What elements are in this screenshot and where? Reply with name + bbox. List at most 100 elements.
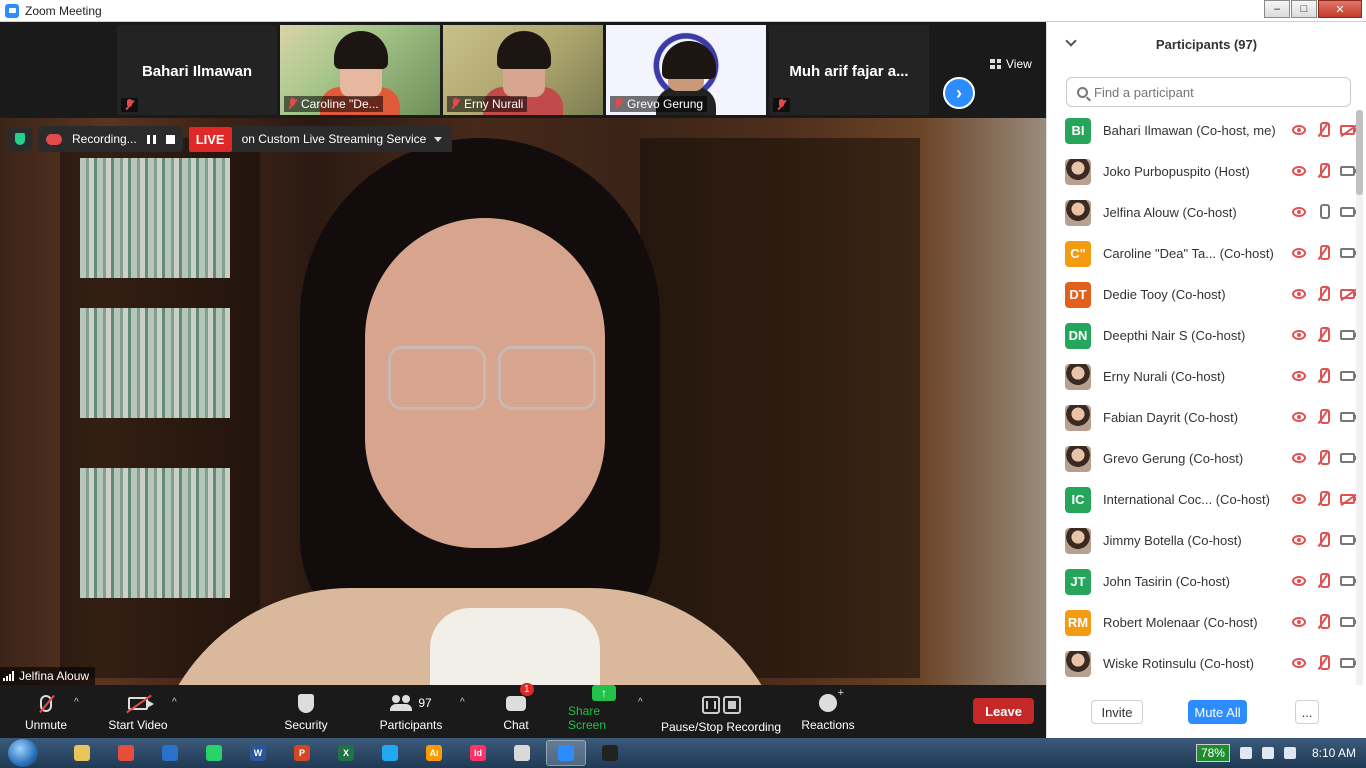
participants-button[interactable]: 97 Participants <box>378 685 444 738</box>
taskbar-excel-button[interactable]: X <box>326 740 366 766</box>
volume-icon[interactable] <box>1261 747 1274 759</box>
clock[interactable]: 8:10 AM <box>1312 746 1356 760</box>
more-options-button[interactable]: ... <box>1295 700 1319 724</box>
taskbar-vscode-button[interactable] <box>370 740 410 766</box>
unmute-button[interactable]: Unmute <box>20 685 72 738</box>
taskbar-illustrator-button[interactable]: Ai <box>414 740 454 766</box>
taskbar-zoom-button[interactable] <box>546 740 586 766</box>
tile-label: Caroline "De... <box>301 97 379 111</box>
pause-stop-recording-button[interactable]: Pause/Stop Recording <box>660 685 782 738</box>
video-icon <box>1340 207 1359 217</box>
microphone-muted-icon <box>1316 491 1330 507</box>
share-options-caret[interactable]: ^ <box>638 697 643 708</box>
taskbar-chrome-button[interactable] <box>106 740 146 766</box>
participant-name: International Coc... (Co-host) <box>1103 492 1270 507</box>
close-button[interactable]: ✕ <box>1318 0 1362 18</box>
recording-icon <box>1292 330 1306 340</box>
mic-off-icon <box>614 98 623 110</box>
participant-row[interactable]: DT Dedie Tooy (Co-host) <box>1047 274 1359 315</box>
participant-search[interactable] <box>1066 77 1351 107</box>
video-options-caret[interactable]: ^ <box>172 697 177 708</box>
taskbar-explorer-button[interactable] <box>62 740 102 766</box>
participant-row[interactable]: Grevo Gerung (Co-host) <box>1047 438 1359 479</box>
view-button[interactable]: View <box>990 57 1032 71</box>
participant-row[interactable]: Joko Purbopuspito (Host) <box>1047 151 1359 192</box>
participant-status-icons <box>1292 573 1359 589</box>
participant-row[interactable]: Fabian Dayrit (Co-host) <box>1047 397 1359 438</box>
participants-options-caret[interactable]: ^ <box>460 697 465 708</box>
live-service-label: on Custom Live Streaming Service <box>241 132 427 146</box>
encryption-shield-icon[interactable] <box>8 127 32 151</box>
taskbar-whatsapp-button[interactable] <box>194 740 234 766</box>
mute-all-button[interactable]: Mute All <box>1188 700 1247 724</box>
tile-mute-tag <box>773 98 790 112</box>
participant-row[interactable]: BI Bahari Ilmawan (Co-host, me) <box>1047 110 1359 151</box>
start-button[interactable] <box>8 739 38 767</box>
start-video-button[interactable]: Start Video <box>104 685 172 738</box>
recording-icon <box>1292 576 1306 586</box>
participant-avatar: IC <box>1065 486 1091 513</box>
taskbar-outlook-button[interactable] <box>150 740 190 766</box>
leave-button[interactable]: Leave <box>973 698 1034 724</box>
participant-avatar <box>1065 445 1091 472</box>
participant-name: Joko Purbopuspito (Host) <box>1103 164 1250 179</box>
reactions-button[interactable]: Reactions <box>800 685 856 738</box>
taskbar-indesign-button[interactable]: Id <box>458 740 498 766</box>
taskbar-paint-button[interactable] <box>502 740 542 766</box>
search-input[interactable] <box>1094 84 1334 100</box>
participant-row[interactable]: Jimmy Botella (Co-host) <box>1047 520 1359 561</box>
participant-list-scrollbar[interactable] <box>1356 110 1363 685</box>
participant-row[interactable]: Erny Nurali (Co-host) <box>1047 356 1359 397</box>
live-stream-dropdown[interactable]: on Custom Live Streaming Service <box>231 126 453 152</box>
windows-taskbar: W P X Ai Id 78% 8:10 AM <box>0 738 1366 768</box>
pause-recording-icon[interactable] <box>146 134 156 144</box>
participant-row[interactable]: IC International Coc... (Co-host) <box>1047 479 1359 520</box>
participant-row[interactable]: RM Robert Molenaar (Co-host) <box>1047 602 1359 643</box>
share-screen-button[interactable]: ↑ Share Screen <box>568 685 640 738</box>
flag-icon[interactable] <box>1283 747 1296 759</box>
recording-icon <box>1292 494 1306 504</box>
tile-label: Erny Nurali <box>464 97 524 111</box>
microphone-muted-icon <box>1316 327 1330 343</box>
video-icon <box>1340 248 1359 258</box>
participant-row[interactable]: Wiske Rotinsulu (Co-host) <box>1047 643 1359 684</box>
chat-button[interactable]: 1 Chat <box>498 683 534 738</box>
next-page-button[interactable]: › <box>943 77 975 109</box>
scrollbar-thumb[interactable] <box>1356 110 1363 195</box>
taskbar-acrobat-button[interactable] <box>590 740 630 766</box>
participant-row[interactable]: Jelfina Alouw (Co-host) <box>1047 192 1359 233</box>
video-tile[interactable]: Caroline "De... <box>280 25 440 115</box>
participant-avatar: DN <box>1065 322 1091 349</box>
taskbar-powerpoint-button[interactable]: P <box>282 740 322 766</box>
recording-icon <box>1292 289 1306 299</box>
microphone-muted-icon <box>1316 532 1330 548</box>
participant-status-icons <box>1292 532 1359 548</box>
share-screen-label: Share Screen <box>568 704 607 732</box>
recording-indicator[interactable]: Recording... <box>38 126 183 152</box>
video-tile[interactable]: Erny Nurali <box>443 25 603 115</box>
participant-status-icons <box>1292 245 1359 261</box>
participant-row[interactable]: DN Deepthi Nair S (Co-host) <box>1047 315 1359 356</box>
audio-options-caret[interactable]: ^ <box>74 697 79 708</box>
battery-indicator[interactable]: 78% <box>1195 744 1230 762</box>
taskbar-word-button[interactable]: W <box>238 740 278 766</box>
minimize-button[interactable]: – <box>1264 0 1290 18</box>
video-tile[interactable]: Grevo Gerung <box>606 25 766 115</box>
participant-name: Dedie Tooy (Co-host) <box>1103 287 1226 302</box>
security-button[interactable]: Security <box>280 685 332 738</box>
recording-icon <box>1292 248 1306 258</box>
unmute-label: Unmute <box>24 718 68 732</box>
stop-recording-icon[interactable] <box>165 134 175 144</box>
invite-button[interactable]: Invite <box>1091 700 1143 724</box>
microphone-muted-icon <box>1316 245 1330 261</box>
chevron-down-icon[interactable] <box>1065 35 1077 47</box>
participant-row[interactable]: C" Caroline "Dea" Ta... (Co-host) <box>1047 233 1359 274</box>
video-tile[interactable]: Muh arif fajar a... <box>769 25 929 115</box>
signal-strength-icon <box>3 671 14 681</box>
network-icon[interactable] <box>1239 747 1252 759</box>
participants-label: Participants <box>379 718 443 732</box>
grid-icon <box>990 59 1001 69</box>
participant-row[interactable]: JT John Tasirin (Co-host) <box>1047 561 1359 602</box>
maximize-button[interactable]: □ <box>1291 0 1317 18</box>
video-tile[interactable]: Bahari Ilmawan <box>117 25 277 115</box>
